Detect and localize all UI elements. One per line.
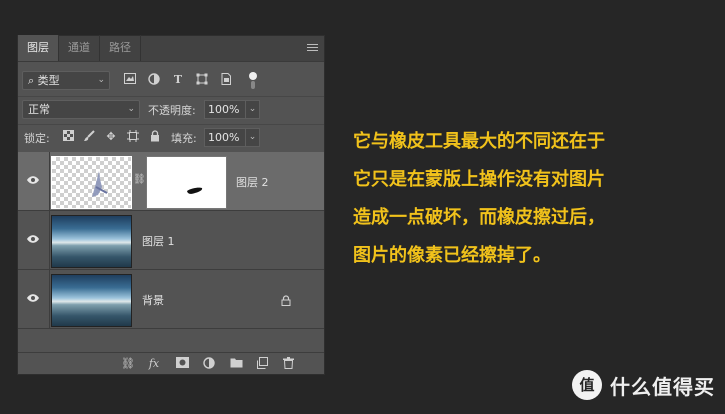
search-icon: ⌕ [28,74,35,87]
move-icon[interactable]: ✥ [104,130,118,144]
fx-button[interactable]: fx [147,357,161,371]
layer-name[interactable]: 图层 2 [236,174,269,190]
link-icon[interactable]: ⛓ [133,174,146,188]
new-group-icon[interactable] [229,357,243,371]
lock-icon [281,295,291,306]
caption-text: 它与橡皮工具最大的不同还在于 它只是在蒙版上操作没有对图片 造成一点破坏，而橡皮… [353,123,713,275]
watermark: 值 什么值得买 [572,370,715,400]
lock-transparent-icon[interactable] [61,130,75,144]
fill-dropdown[interactable]: ⌄ [245,128,260,147]
opacity-dropdown[interactable]: ⌄ [245,100,260,119]
panel-tabs: 图层 通道 路径 [18,35,324,62]
chevron-down-icon: ⌄ [248,132,257,142]
layer-row-background[interactable]: 背景 [18,270,324,329]
filter-kind-dropdown[interactable]: ⌕ 类型 ⌄ [22,71,110,90]
smart-object-filter-icon[interactable] [219,73,233,87]
tab-channels[interactable]: 通道 [59,35,100,61]
new-layer-icon[interactable] [255,357,269,371]
eye-icon[interactable] [26,234,40,244]
pixel-filter-icon[interactable] [123,73,137,87]
layer-name[interactable]: 背景 [142,292,164,308]
lock-all-icon[interactable] [148,130,162,144]
watermark-logo-icon: 值 [572,370,602,400]
link-layers-icon[interactable]: ⛓ [121,357,135,371]
panel-footer: ⛓ fx [18,352,324,374]
blend-mode-dropdown[interactable]: 正常 ⌄ [22,100,140,119]
tab-paths[interactable]: 路径 [100,35,141,61]
caption-line: 造成一点破坏，而橡皮擦过后， [353,207,605,228]
brush-icon[interactable] [82,130,96,144]
filter-toggle-switch[interactable] [248,72,258,90]
fill-label: 填充: [171,132,197,145]
chevron-down-icon: ⌄ [127,104,135,114]
layer-row-layer-1[interactable]: 图层 1 [18,211,324,270]
filter-row: ⌕ 类型 ⌄ T [18,68,324,94]
type-filter-icon[interactable]: T [171,73,185,87]
blend-mode-value: 正常 [28,103,50,116]
shape-filter-icon[interactable] [195,73,209,87]
caption-line: 它与橡皮工具最大的不同还在于 [353,131,605,152]
lock-row: 锁定: ✥ 填充: 100% ⌄ [18,124,324,150]
chevron-down-icon: ⌄ [97,75,105,85]
opacity-input[interactable]: 100% [204,100,246,119]
chevron-down-icon: ⌄ [248,104,257,114]
opacity-label: 不透明度: [148,104,196,117]
layer-row-layer-2[interactable]: ⛓ 图层 2 [18,152,324,211]
background-thumbnail[interactable] [51,274,132,327]
blend-row: 正常 ⌄ 不透明度: 100% ⌄ [18,96,324,122]
lock-label: 锁定: [24,132,50,145]
eye-icon[interactable] [26,293,40,303]
caption-line: 图片的像素已经擦掉了。 [353,245,551,266]
tab-layers[interactable]: 图层 [18,35,59,61]
layers-panel: 图层 通道 路径 ⌕ 类型 ⌄ T 正常 ⌄ 不透明度: 100% ⌄ 锁定: … [17,35,325,375]
watermark-text: 什么值得买 [610,374,715,399]
layer-1-thumbnail[interactable] [51,215,132,268]
adjustment-filter-icon[interactable] [147,73,161,87]
layer-2-thumbnail[interactable] [51,156,132,209]
eye-icon[interactable] [26,175,40,185]
add-mask-icon[interactable] [175,357,189,371]
trash-icon[interactable] [281,357,295,371]
filter-kind-label: 类型 [37,74,60,87]
adjustment-layer-icon[interactable] [202,357,216,371]
caption-line: 它只是在蒙版上操作没有对图片 [353,169,605,190]
fill-input[interactable]: 100% [204,128,246,147]
artboard-lock-icon[interactable] [126,130,140,144]
layer-mask-thumbnail[interactable] [146,156,227,209]
panel-menu-icon[interactable] [307,44,318,53]
layers-list: ⛓ 图层 2 图层 1 背景 [18,152,324,329]
layer-name[interactable]: 图层 1 [142,233,175,249]
